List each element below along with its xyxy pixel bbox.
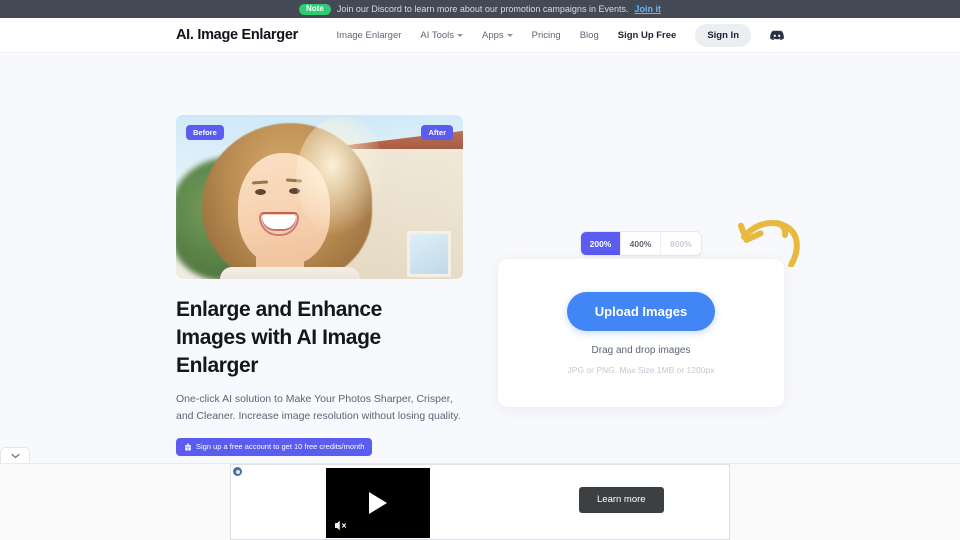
ad-info-dot: [235, 469, 240, 474]
nav-label: Apps: [482, 29, 504, 41]
nav-item-pricing[interactable]: Pricing: [532, 30, 561, 41]
upload-dropzone[interactable]: Upload Images Drag and drop images JPG o…: [498, 259, 784, 407]
chevron-down-icon: [457, 34, 464, 37]
nav-label: Pricing: [531, 29, 561, 41]
scale-selector: 200% 400% 800%: [580, 231, 702, 256]
chevron-down-icon: [11, 453, 20, 459]
page-root: Note Join our Discord to learn more abou…: [0, 0, 960, 540]
file-constraints-label: JPG or PNG. Max Size 1MB or 1200px: [567, 365, 715, 375]
ad-collapse-toggle[interactable]: [0, 447, 30, 464]
free-credits-badge[interactable]: Sign up a free account to get 10 free cr…: [176, 437, 373, 456]
badge-before: Before: [186, 125, 224, 140]
ad-strip: Learn more: [0, 447, 960, 540]
hero-left-column: Before After Enlarge and Enhance Images …: [176, 115, 463, 456]
learn-more-button[interactable]: Learn more: [579, 487, 664, 513]
ad-info-icon[interactable]: [233, 467, 242, 476]
drag-drop-label: Drag and drop images: [591, 345, 691, 356]
note-tag: Note: [299, 3, 331, 15]
upload-images-button[interactable]: Upload Images: [566, 292, 716, 331]
scale-option-800: 800%: [670, 238, 692, 249]
play-icon[interactable]: [369, 492, 387, 514]
page-title: Enlarge and Enhance Images with AI Image…: [176, 298, 382, 377]
hero-overlay: [176, 115, 463, 279]
ad-video-player[interactable]: [326, 468, 430, 538]
notice-join-link[interactable]: Join it: [634, 4, 661, 14]
main-nav: Image Enlarger AI Tools Apps Pricing Blo…: [336, 23, 784, 47]
sign-up-free-button[interactable]: Sign Up Free: [618, 30, 677, 41]
main-content: Before After Enlarge and Enhance Images …: [0, 53, 960, 456]
nav-item-image-enlarger[interactable]: Image Enlarger: [336, 30, 401, 41]
before-after-preview-image[interactable]: Before After: [176, 115, 463, 279]
scale-option-200[interactable]: 200%: [581, 232, 621, 255]
scale-option-400[interactable]: 400%: [621, 232, 661, 255]
nav-label: Image Enlarger: [336, 29, 402, 41]
sign-in-button[interactable]: Sign In: [695, 23, 751, 47]
site-header: AI. Image Enlarger Image Enlarger AI Too…: [0, 18, 960, 53]
gift-icon: [184, 443, 192, 451]
nav-label: Blog: [579, 29, 599, 41]
nav-item-ai-tools[interactable]: AI Tools: [420, 29, 464, 41]
advertisement-panel[interactable]: Learn more: [230, 464, 730, 540]
discord-icon[interactable]: [770, 29, 784, 41]
free-credits-label: Sign up a free account to get 10 free cr…: [196, 442, 365, 452]
nav-label: AI Tools: [420, 29, 455, 41]
notice-text: Join our Discord to learn more about our…: [336, 4, 629, 14]
nav-item-apps[interactable]: Apps: [482, 30, 513, 41]
nav-item-blog[interactable]: Blog: [580, 30, 599, 41]
page-subtitle: One-click AI solution to Make Your Photo…: [176, 392, 461, 422]
notice-bar: Note Join our Discord to learn more abou…: [0, 0, 960, 18]
site-logo[interactable]: AI. Image Enlarger: [176, 27, 298, 43]
badge-after: After: [421, 125, 453, 140]
chevron-down-icon: [506, 34, 513, 37]
